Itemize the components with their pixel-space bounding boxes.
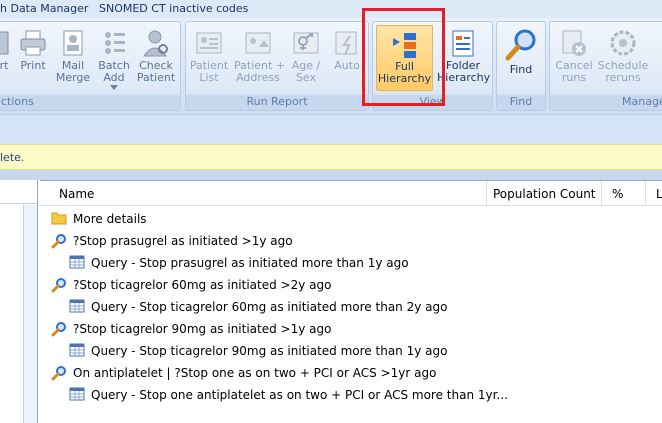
table-header: Name Population Count % L	[40, 181, 662, 206]
ribbon: rt Print Mail Merge Batch Add Check Pati…	[0, 8, 662, 114]
mail-merge-icon	[63, 30, 83, 56]
check-patient-button[interactable]: Check Patient	[134, 25, 178, 91]
search-icon	[51, 322, 66, 337]
schedule-reruns-button[interactable]: Schedule reruns	[597, 25, 649, 91]
report-tree: Name Population Count % L More details ?…	[40, 180, 662, 423]
group-label-actions: ctions	[0, 95, 180, 110]
mail-merge-button[interactable]: Mail Merge	[55, 25, 91, 91]
panel-gap	[0, 170, 662, 180]
left-pane	[0, 180, 38, 423]
toolbar-strip	[0, 114, 662, 144]
cancel-runs-icon	[562, 30, 586, 56]
ribbon-group-run-report: Patient List Patient + Address Age / Sex…	[185, 21, 369, 111]
menu-item-snomed-inactive-codes[interactable]: SNOMED CT inactive codes	[99, 2, 248, 15]
red-highlight-box	[362, 8, 445, 106]
patient-list-icon	[196, 32, 222, 54]
patient-list-button[interactable]: Patient List	[189, 25, 229, 91]
auto-button[interactable]: Auto	[330, 25, 364, 91]
gender-icon	[293, 32, 319, 54]
search-icon	[51, 234, 66, 249]
table-icon	[69, 343, 85, 357]
column-header-name[interactable]: Name	[53, 181, 487, 206]
ribbon-group-manage: Cancel runs Schedule reruns Manage	[549, 21, 662, 111]
export-button[interactable]: rt	[0, 25, 11, 91]
column-header-percent[interactable]: %	[602, 181, 646, 206]
column-header-population-count[interactable]: Population Count	[487, 181, 602, 206]
patient-address-button[interactable]: Patient + Address	[234, 25, 285, 91]
menu-item-data-manager[interactable]: h Data Manager	[0, 2, 88, 15]
left-pane-header	[0, 180, 37, 204]
ribbon-group-actions: rt Print Mail Merge Batch Add Check Pati…	[0, 21, 181, 111]
print-button[interactable]: Print	[16, 25, 50, 91]
group-label-find: Find	[497, 95, 545, 110]
table-icon	[69, 387, 85, 401]
column-header-l[interactable]: L	[646, 181, 662, 206]
search-icon	[51, 366, 66, 381]
group-label-run-report: Run Report	[186, 95, 368, 110]
printer-icon	[20, 30, 46, 56]
search-icon	[51, 278, 66, 293]
info-bar: lete.	[0, 144, 662, 170]
folder-hierarchy-icon	[452, 30, 474, 57]
group-label-manage: Manage	[550, 95, 662, 110]
table-icon	[69, 299, 85, 313]
magnifier-icon	[505, 29, 536, 61]
dropdown-arrow-icon	[110, 85, 118, 90]
table-icon	[69, 255, 85, 269]
left-pane-scrollbar[interactable]	[23, 205, 37, 423]
info-bar-text: lete.	[0, 151, 25, 164]
ribbon-group-find: Find Find	[496, 21, 546, 111]
menu-bar: h Data Manager SNOMED CT inactive codes	[0, 0, 662, 18]
folder-icon	[51, 212, 67, 225]
batch-add-button[interactable]: Batch Add	[96, 25, 132, 91]
age-sex-button[interactable]: Age / Sex	[287, 25, 325, 91]
cancel-runs-button[interactable]: Cancel runs	[553, 25, 595, 91]
patient-address-icon	[245, 32, 271, 54]
find-button[interactable]: Find	[501, 25, 541, 91]
batch-add-icon	[105, 32, 125, 54]
export-icon	[0, 31, 9, 55]
check-patient-icon	[143, 30, 168, 57]
auto-icon	[335, 31, 357, 56]
schedule-reruns-icon	[610, 30, 636, 56]
application-window: h Data Manager SNOMED CT inactive codes …	[0, 0, 662, 423]
